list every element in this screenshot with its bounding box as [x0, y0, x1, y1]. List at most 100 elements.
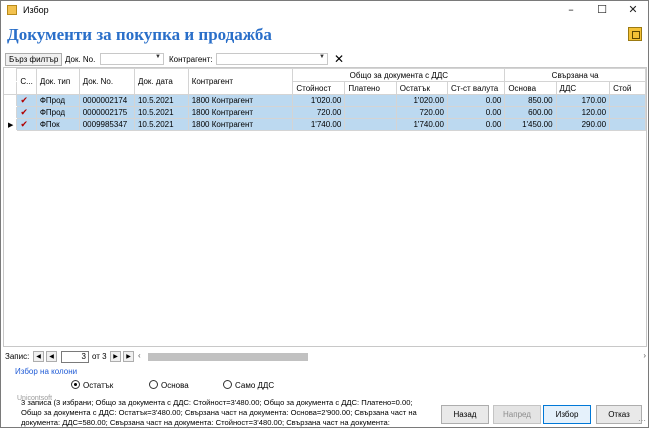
row-indicator: [4, 94, 18, 107]
col-header-doc-date[interactable]: Док. дата: [133, 68, 189, 95]
quick-filter-button[interactable]: Бърз филтър: [5, 53, 63, 66]
logo-icon: [628, 27, 642, 41]
radio-label: Само ДДС: [235, 381, 275, 390]
cell-doc-date: 10.5.2021: [133, 94, 189, 107]
cell-paid: [344, 106, 397, 119]
next-button[interactable]: Напред: [493, 405, 541, 424]
column-chooser-link[interactable]: Избор на колони: [15, 367, 77, 376]
cell-value: 1'020.00: [292, 94, 346, 107]
col-header-value[interactable]: Стойност: [292, 81, 346, 95]
record-navigator: Запис: ◀ ◀ 3 от 3 ▶ ▶ ‹ ›: [3, 350, 647, 364]
radio-base[interactable]: Основа: [149, 380, 189, 390]
cell-base: 1'450.00: [504, 118, 557, 131]
clear-filter-icon[interactable]: ✕: [334, 52, 344, 66]
col-header-remaining[interactable]: Остатък: [395, 81, 448, 95]
group-header-document-total: Общо за документа с ДДС: [292, 68, 506, 82]
row-checkbox[interactable]: ✔: [16, 106, 37, 119]
cell-remaining: 1'740.00: [395, 118, 448, 131]
window-title: Избор: [23, 5, 49, 15]
table-row[interactable]: ✔ ФПрод 0000002175 10.5.2021 1800 Контра…: [4, 106, 646, 119]
table-row[interactable]: ✔ ФПрод 0000002174 10.5.2021 1800 Контра…: [4, 94, 646, 107]
col-header-currency-value[interactable]: Ст-ст валута: [446, 81, 506, 95]
documents-grid[interactable]: С... Док. тип Док. No. Док. дата Контраг…: [3, 67, 647, 347]
horizontal-scrollbar[interactable]: ‹ ›: [138, 351, 646, 362]
cell-base: 600.00: [504, 106, 557, 119]
doc-no-combo[interactable]: ▼: [100, 53, 164, 65]
radio-label: Остатък: [83, 381, 114, 390]
cell-contractor: 1800 Контрагент: [187, 106, 294, 119]
cell-value: 720.00: [292, 106, 346, 119]
record-label: Запис:: [5, 352, 30, 361]
cell-doc-type: ФПрод: [35, 94, 80, 107]
check-icon: ✔: [20, 119, 28, 130]
col-header-doc-type[interactable]: Док. тип: [35, 68, 80, 95]
cell-contractor: 1800 Контрагент: [187, 118, 294, 131]
col-header-base[interactable]: Основа: [504, 81, 557, 95]
cell-value2: [609, 118, 646, 131]
radio-empty-icon: [149, 380, 158, 389]
chevron-down-icon: ▼: [155, 54, 161, 60]
cell-doc-date: 10.5.2021: [133, 106, 189, 119]
cell-base: 850.00: [504, 94, 557, 107]
cell-doc-no: 0000002174: [78, 94, 135, 107]
next-record-icon[interactable]: ▶: [110, 351, 121, 362]
cell-contractor: 1800 Контрагент: [187, 94, 294, 107]
cancel-button[interactable]: Отказ: [596, 405, 642, 424]
selection-window: Избор – ☐ ✕ Документи за покупка и прода…: [0, 0, 649, 428]
current-row-indicator-icon: ▶: [4, 118, 18, 131]
check-icon: ✔: [20, 95, 28, 106]
title-bar: Избор – ☐ ✕: [1, 1, 648, 19]
cell-paid: [344, 94, 397, 107]
cell-value2: [609, 94, 646, 107]
cell-doc-type: ФПрод: [35, 106, 80, 119]
col-header-doc-no[interactable]: Док. No.: [78, 68, 135, 95]
cell-remaining: 720.00: [395, 106, 448, 119]
scroll-left-icon[interactable]: ‹: [138, 351, 141, 360]
cell-value2: [609, 106, 646, 119]
cell-value: 1'740.00: [292, 118, 346, 131]
cell-currency-value: 0.00: [446, 118, 506, 131]
scroll-right-icon[interactable]: ›: [643, 351, 646, 360]
radio-label: Основа: [161, 381, 189, 390]
record-number-input[interactable]: 3: [61, 351, 89, 363]
scroll-thumb[interactable]: [148, 353, 308, 361]
first-record-icon[interactable]: ◀: [33, 351, 44, 362]
cell-doc-no: 0000002175: [78, 106, 135, 119]
col-header-contractor[interactable]: Контрагент: [187, 68, 294, 95]
summary-text: 3 записа (3 избрани; Общо за документа с…: [21, 398, 417, 427]
cell-currency-value: 0.00: [446, 94, 506, 107]
contractor-label: Контрагент:: [169, 55, 213, 64]
col-header-paid[interactable]: Платено: [344, 81, 397, 95]
record-count-label: от 3: [92, 352, 107, 361]
col-header-vat[interactable]: ДДС: [555, 81, 611, 95]
contractor-combo[interactable]: ▼: [216, 53, 328, 65]
group-header-linked-part: Свързана ча: [504, 68, 646, 82]
table-row[interactable]: ▶ ✔ ФПок 0009985347 10.5.2021 1800 Контр…: [4, 118, 646, 131]
row-checkbox[interactable]: ✔: [16, 118, 37, 131]
close-icon[interactable]: ✕: [618, 1, 648, 19]
page-title: Документи за покупка и продажба: [7, 25, 272, 44]
cell-paid: [344, 118, 397, 131]
maximize-icon[interactable]: ☐: [587, 1, 617, 19]
resize-grip-icon[interactable]: ⋯: [638, 416, 646, 425]
col-header-value2[interactable]: Стой: [609, 81, 646, 95]
radio-remaining[interactable]: Остатък: [71, 380, 113, 390]
prev-record-icon[interactable]: ◀: [46, 351, 57, 362]
cell-remaining: 1'020.00: [395, 94, 448, 107]
minimize-icon[interactable]: –: [556, 1, 586, 19]
cell-doc-no: 0009985347: [78, 118, 135, 131]
app-icon: [7, 5, 17, 15]
back-button[interactable]: Назад: [441, 405, 489, 424]
row-checkbox[interactable]: ✔: [16, 94, 37, 107]
cell-doc-date: 10.5.2021: [133, 118, 189, 131]
cell-vat: 170.00: [555, 94, 611, 107]
filter-bar: Бърз филтър Док. No. ▼ Контрагент: ▼ ✕: [3, 52, 647, 67]
radio-selected-icon: [71, 380, 80, 389]
select-button[interactable]: Избор: [543, 405, 591, 424]
radio-vat-only[interactable]: Само ДДС: [223, 380, 274, 390]
cell-doc-type: ФПок: [35, 118, 80, 131]
last-record-icon[interactable]: ▶: [123, 351, 134, 362]
col-header-checked[interactable]: С...: [16, 68, 37, 95]
chevron-down-icon: ▼: [319, 54, 325, 60]
group-header-row: С... Док. тип Док. No. Док. дата Контраг…: [4, 68, 646, 95]
